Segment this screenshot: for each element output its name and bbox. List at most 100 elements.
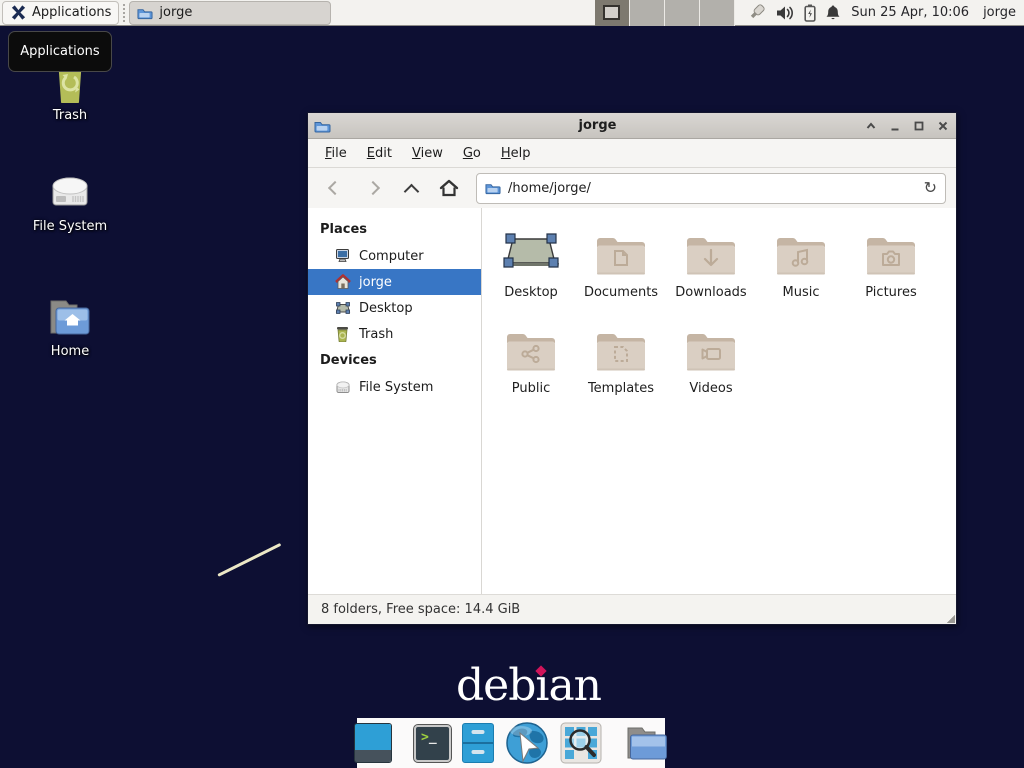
sidebar-item-desktop[interactable]: Desktop xyxy=(308,295,481,321)
tray-utility-icon[interactable] xyxy=(747,3,767,22)
desktop-icon-label: Trash xyxy=(15,108,125,123)
folder-label: Documents xyxy=(584,285,658,300)
menu-edit[interactable]: Edit xyxy=(358,142,401,165)
path-field[interactable]: /home/jorge/ ↻ xyxy=(476,173,946,204)
videos-folder-icon xyxy=(684,320,738,372)
debian-logo-text: an xyxy=(548,660,601,711)
harddrive-icon xyxy=(15,172,125,214)
file-grid: Desktop Documents xyxy=(482,208,956,594)
battery-icon[interactable] xyxy=(804,4,816,22)
trash-icon xyxy=(334,326,351,343)
path-folder-icon xyxy=(485,181,501,195)
public-folder-icon xyxy=(504,320,558,372)
sidebar-item-home[interactable]: jorge xyxy=(308,269,481,295)
volume-icon[interactable] xyxy=(776,5,795,21)
minimize-button[interactable] xyxy=(888,119,902,133)
close-button[interactable] xyxy=(936,119,950,133)
folder-launcher[interactable] xyxy=(624,723,668,763)
sidebar-item-label: Computer xyxy=(359,249,424,264)
menu-go[interactable]: Go xyxy=(454,142,490,165)
maximize-button[interactable] xyxy=(912,119,926,133)
up-button[interactable] xyxy=(394,173,428,203)
workspace-1[interactable] xyxy=(595,0,630,26)
dock-folder-icon xyxy=(624,723,668,763)
folder-label: Videos xyxy=(689,381,732,396)
harddrive-icon xyxy=(334,379,351,396)
debian-logo: debıan xyxy=(456,660,601,711)
folder-videos[interactable]: Videos xyxy=(666,320,756,416)
folder-desktop[interactable]: Desktop xyxy=(486,224,576,320)
panel-handle[interactable] xyxy=(121,4,126,22)
show-desktop-icon xyxy=(354,723,392,763)
folder-label: Public xyxy=(512,381,550,396)
shade-button[interactable] xyxy=(864,119,878,133)
top-panel: Applications jorge xyxy=(0,0,1024,26)
xfce-applications-icon xyxy=(10,4,27,21)
workspace-window-thumb xyxy=(603,5,620,20)
bell-icon[interactable] xyxy=(825,4,841,21)
forward-button[interactable] xyxy=(356,173,390,203)
folder-label: Music xyxy=(783,285,820,300)
home-button[interactable] xyxy=(432,173,466,203)
workspace-4[interactable] xyxy=(700,0,735,26)
sidebar-devices-header: Devices xyxy=(308,347,481,374)
desktop-icon-label: Home xyxy=(15,344,125,359)
pictures-folder-icon xyxy=(864,224,918,276)
desktop: Applications jorge xyxy=(0,0,1024,768)
task-folder-icon xyxy=(137,6,153,20)
terminal-launcher[interactable]: >_ xyxy=(414,725,451,762)
applications-menu-button[interactable]: Applications xyxy=(2,1,119,25)
sidebar-places-header: Places xyxy=(308,216,481,243)
show-desktop-button[interactable] xyxy=(354,723,392,763)
window-title: jorge xyxy=(331,118,864,133)
debian-logo-i: ı xyxy=(535,660,548,711)
system-tray xyxy=(747,3,841,22)
app-finder-launcher[interactable] xyxy=(560,722,602,764)
workspace-switcher[interactable] xyxy=(595,0,735,26)
workspace-2[interactable] xyxy=(630,0,665,26)
workspace-3[interactable] xyxy=(665,0,700,26)
menu-help[interactable]: Help xyxy=(492,142,540,165)
folder-downloads[interactable]: Downloads xyxy=(666,224,756,320)
back-button[interactable] xyxy=(318,173,352,203)
desktop-icon-filesystem[interactable]: File System xyxy=(15,172,125,234)
toolbar: /home/jorge/ ↻ xyxy=(308,168,956,208)
dock: >_ xyxy=(357,718,665,768)
folder-music[interactable]: Music xyxy=(756,224,846,320)
menu-file[interactable]: File xyxy=(316,142,356,165)
app-finder-icon xyxy=(560,722,602,764)
folder-label: Pictures xyxy=(865,285,916,300)
applications-menu-label: Applications xyxy=(32,5,111,20)
sidebar: Places Computer xyxy=(308,208,482,594)
file-cabinet-icon xyxy=(462,723,494,763)
reload-icon[interactable]: ↻ xyxy=(924,180,937,196)
panel-clock[interactable]: Sun 25 Apr, 10:06 xyxy=(851,5,969,20)
window-titlebar[interactable]: jorge xyxy=(308,113,956,139)
folder-public[interactable]: Public xyxy=(486,320,576,416)
resize-grip[interactable] xyxy=(947,615,955,623)
computer-icon xyxy=(334,248,351,265)
folder-pictures[interactable]: Pictures xyxy=(846,224,936,320)
menu-view[interactable]: View xyxy=(403,142,452,165)
downloads-folder-icon xyxy=(684,224,738,276)
folder-label: Desktop xyxy=(504,285,558,300)
sidebar-item-trash[interactable]: Trash xyxy=(308,321,481,347)
menubar: File Edit View Go Help xyxy=(308,139,956,168)
sidebar-item-filesystem[interactable]: File System xyxy=(308,374,481,400)
applications-tooltip: Applications xyxy=(8,31,112,72)
path-text[interactable]: /home/jorge/ xyxy=(508,181,917,196)
desktop-icon-home[interactable]: Home xyxy=(15,295,125,359)
folder-documents[interactable]: Documents xyxy=(576,224,666,320)
desktop-icon xyxy=(334,300,351,317)
taskbar-window-button[interactable]: jorge xyxy=(129,1,331,25)
folder-templates[interactable]: Templates xyxy=(576,320,666,416)
templates-folder-icon xyxy=(594,320,648,372)
folder-label: Templates xyxy=(588,381,654,396)
file-manager-launcher[interactable] xyxy=(462,723,494,763)
panel-username[interactable]: jorge xyxy=(983,5,1016,20)
file-manager-window: jorge File Edit View Go Help xyxy=(307,112,957,625)
web-browser-launcher[interactable] xyxy=(505,721,549,765)
sidebar-item-computer[interactable]: Computer xyxy=(308,243,481,269)
cursor-trail-line xyxy=(217,543,281,577)
folder-label: Downloads xyxy=(675,285,746,300)
